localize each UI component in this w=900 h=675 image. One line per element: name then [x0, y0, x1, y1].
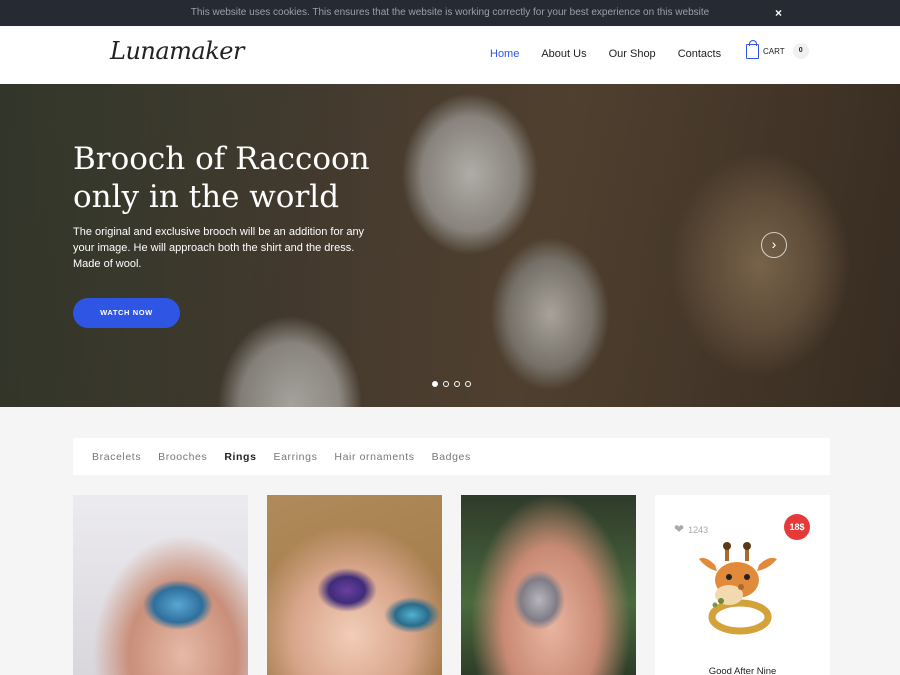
category-filter: Bracelets Brooches Rings Earrings Hair o… — [73, 438, 830, 475]
main-nav: Home About Us Our Shop Contacts — [490, 48, 743, 60]
cookie-banner: This website uses cookies. This ensures … — [0, 0, 900, 26]
category-brooches[interactable]: Brooches — [158, 451, 207, 463]
nav-home[interactable]: Home — [490, 48, 519, 60]
nav-contacts[interactable]: Contacts — [678, 48, 721, 60]
shopping-bag-icon — [746, 39, 759, 59]
cookie-message: This website uses cookies. This ensures … — [190, 7, 710, 18]
slider-dot-2[interactable] — [443, 381, 449, 387]
chevron-right-icon[interactable]: › — [761, 232, 787, 258]
product-card-purple-ring[interactable] — [267, 495, 442, 675]
slider-dots — [432, 381, 471, 387]
price-badge: 18$ — [784, 514, 810, 540]
category-hair-ornaments[interactable]: Hair ornaments — [334, 451, 414, 463]
product-card-amethyst-ring[interactable] — [461, 495, 636, 675]
hero-slider: Brooch of Raccoon only in the world The … — [0, 84, 900, 407]
category-earrings[interactable]: Earrings — [274, 451, 318, 463]
slider-dot-1[interactable] — [432, 381, 438, 387]
site-header: Lunamaker Home About Us Our Shop Contact… — [0, 26, 900, 84]
hero-title: Brooch of Raccoon only in the world — [73, 141, 370, 215]
nav-about-us[interactable]: About Us — [541, 48, 586, 60]
cart-button[interactable]: CART 0 — [746, 39, 809, 59]
product-name[interactable]: Good After Nine — [655, 666, 830, 675]
slider-dot-4[interactable] — [465, 381, 471, 387]
product-image-giraffe-ring — [699, 542, 777, 635]
logo[interactable]: Lunamaker — [110, 37, 244, 65]
nav-our-shop[interactable]: Our Shop — [609, 48, 656, 60]
watch-now-button[interactable]: WATCH NOW — [73, 298, 180, 328]
category-bracelets[interactable]: Bracelets — [92, 451, 141, 463]
product-card-blue-ring[interactable] — [73, 495, 248, 675]
close-icon[interactable]: × — [775, 0, 782, 26]
category-badges[interactable]: Badges — [432, 451, 471, 463]
heart-icon[interactable]: ❤ — [674, 522, 684, 536]
hero-description: The original and exclusive brooch will b… — [73, 226, 365, 270]
slider-dot-3[interactable] — [454, 381, 460, 387]
category-rings[interactable]: Rings — [224, 451, 256, 463]
cart-label: CART — [763, 46, 785, 56]
product-card-giraffe-ring[interactable]: ❤ 1243 18$ Good After Nine — [655, 495, 830, 675]
cart-count-badge: 0 — [792, 43, 809, 59]
